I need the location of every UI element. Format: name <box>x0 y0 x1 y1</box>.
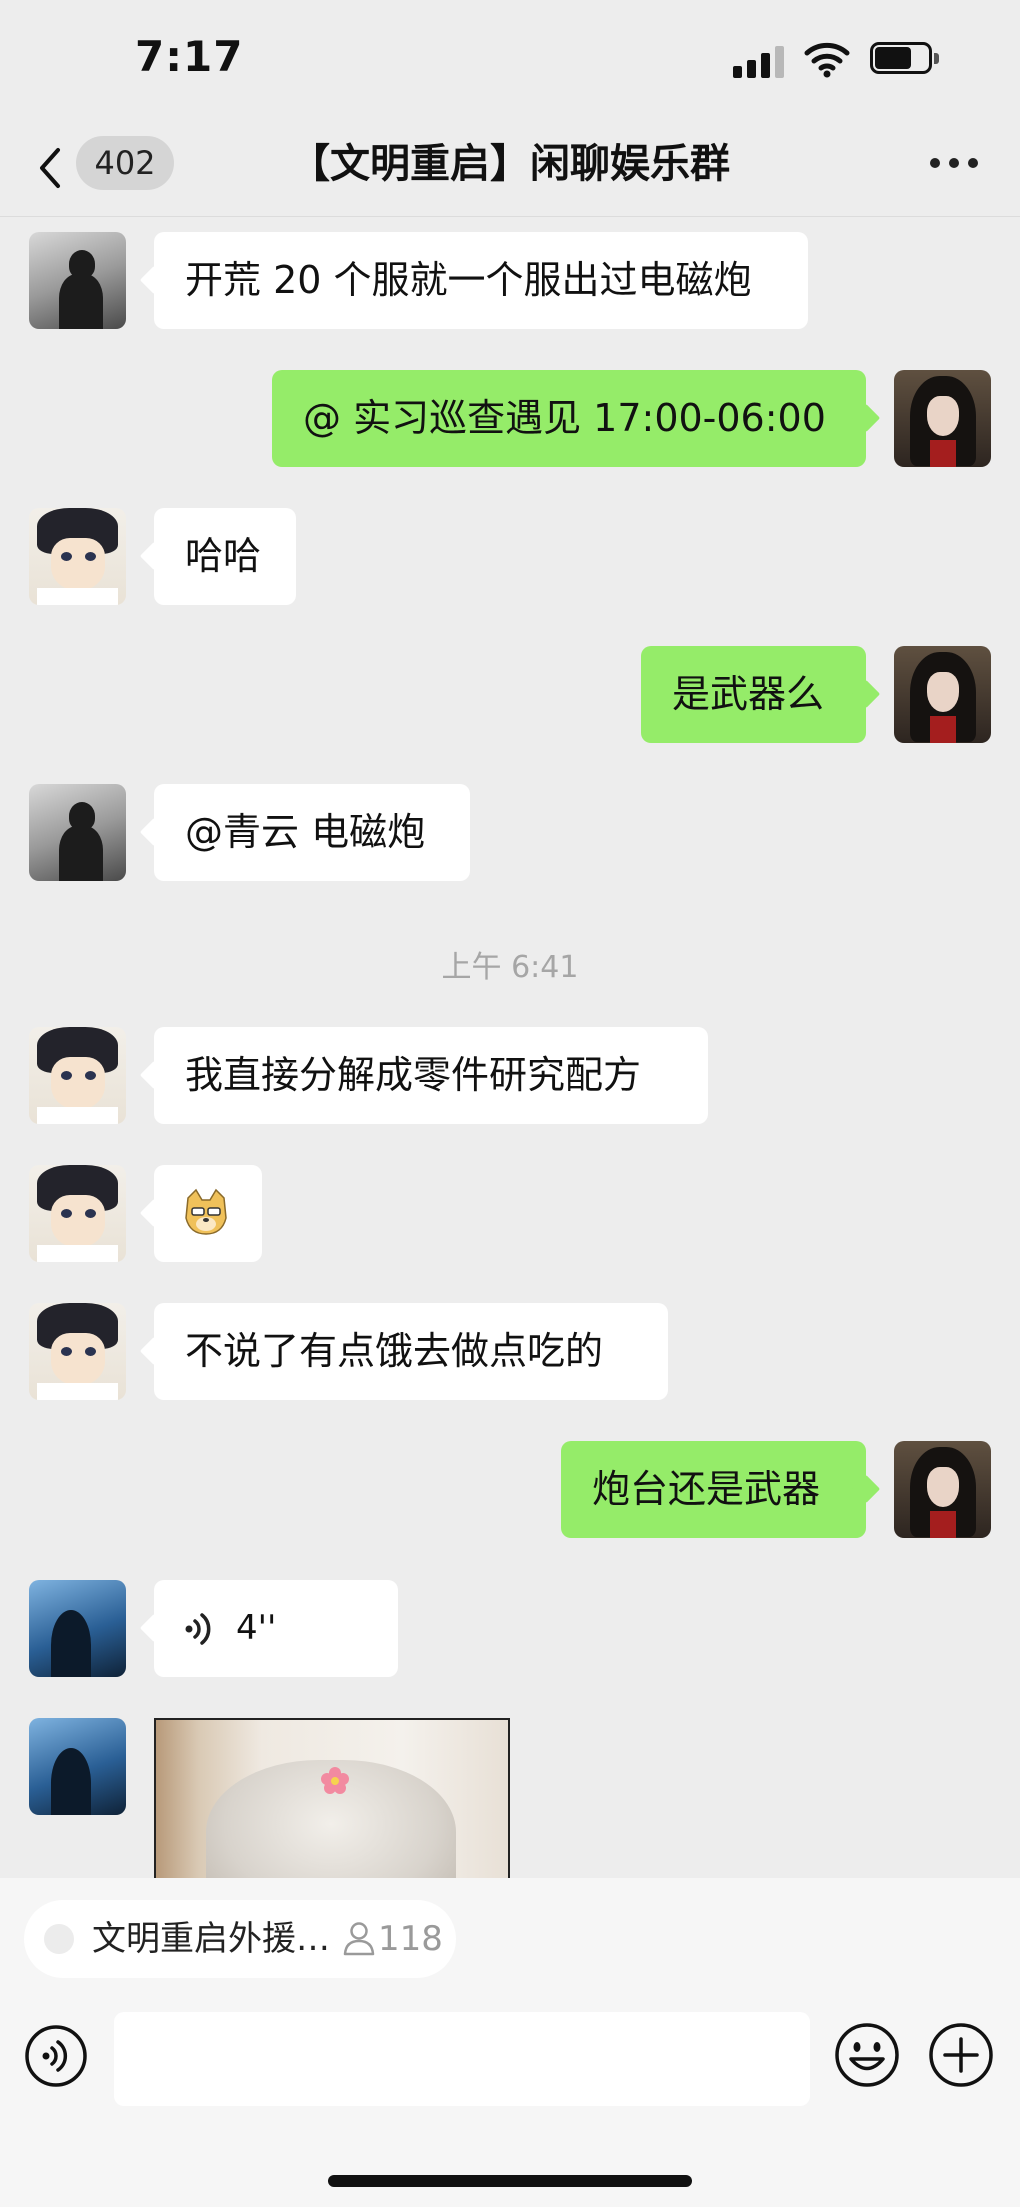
blue-silhouette-avatar[interactable] <box>29 1718 126 1815</box>
anime-boy-avatar[interactable] <box>29 1027 126 1124</box>
battery-icon <box>870 42 940 76</box>
back-chevron-icon[interactable] <box>30 138 70 198</box>
silhouette-man-avatar[interactable] <box>29 784 126 881</box>
mini-program-icon <box>44 1924 74 1954</box>
message-bubble[interactable]: 我直接分解成零件研究配方 <box>154 1027 708 1124</box>
pinned-channel-chip[interactable]: 文明重启外援… 118 <box>24 1900 456 1978</box>
status-bar: 7:17 <box>0 0 1020 120</box>
voice-waves-icon <box>185 1613 211 1645</box>
message-bubble[interactable]: @青云 电磁炮 <box>154 784 470 881</box>
own-message-bubble[interactable]: 是武器么 <box>641 646 866 743</box>
pinned-member-count: 118 <box>378 1919 443 1959</box>
anime-boy-avatar[interactable] <box>29 1165 126 1262</box>
emoji-face-icon[interactable] <box>834 2022 900 2088</box>
message-bubble[interactable]: 开荒 20 个服就一个服出过电磁炮 <box>154 232 808 329</box>
anime-dark-hair-avatar[interactable] <box>894 646 991 743</box>
voice-input-button-icon[interactable] <box>24 2024 88 2088</box>
person-icon <box>343 1922 375 1956</box>
wifi-icon <box>804 42 850 78</box>
unread-count-badge[interactable]: 402 <box>76 136 174 190</box>
blue-silhouette-avatar[interactable] <box>29 1580 126 1677</box>
message-input[interactable] <box>114 2012 810 2106</box>
anime-dark-hair-avatar[interactable] <box>894 370 991 467</box>
emoji-message-bubble[interactable] <box>154 1165 262 1262</box>
voice-duration: 4'' <box>236 1608 277 1648</box>
chat-timestamp: 上午 6:41 <box>441 950 579 985</box>
status-time: 7:17 <box>135 32 244 81</box>
chat-nav-bar: 402 【文明重启】闲聊娱乐群 <box>0 120 1020 217</box>
cellular-signal-icon <box>733 44 787 78</box>
chat-input-area: 文明重启外援… 118 <box>0 1878 1020 2207</box>
silhouette-man-avatar[interactable] <box>29 232 126 329</box>
own-message-bubble[interactable]: 炮台还是武器 <box>561 1441 866 1538</box>
plus-icon[interactable] <box>928 2022 994 2088</box>
more-options-icon[interactable] <box>930 158 978 170</box>
doge-emoji-icon <box>185 1188 227 1235</box>
message-bubble[interactable]: 哈哈 <box>154 508 296 605</box>
own-message-bubble[interactable]: @ 实习巡查遇见 17:00-06:00 <box>272 370 866 467</box>
anime-boy-avatar[interactable] <box>29 1303 126 1400</box>
anime-dark-hair-avatar[interactable] <box>894 1441 991 1538</box>
message-bubble[interactable]: 不说了有点饿去做点吃的 <box>154 1303 668 1400</box>
anime-boy-avatar[interactable] <box>29 508 126 605</box>
flower-icon <box>321 1767 349 1794</box>
pinned-channel-title: 文明重启外援… <box>92 1919 330 1959</box>
cat-with-flower-image[interactable] <box>154 1718 510 1878</box>
voice-message-bubble[interactable]: 4'' <box>154 1580 398 1677</box>
home-indicator <box>328 2175 692 2187</box>
chat-title: 【文明重启】闲聊娱乐群 <box>290 141 730 187</box>
